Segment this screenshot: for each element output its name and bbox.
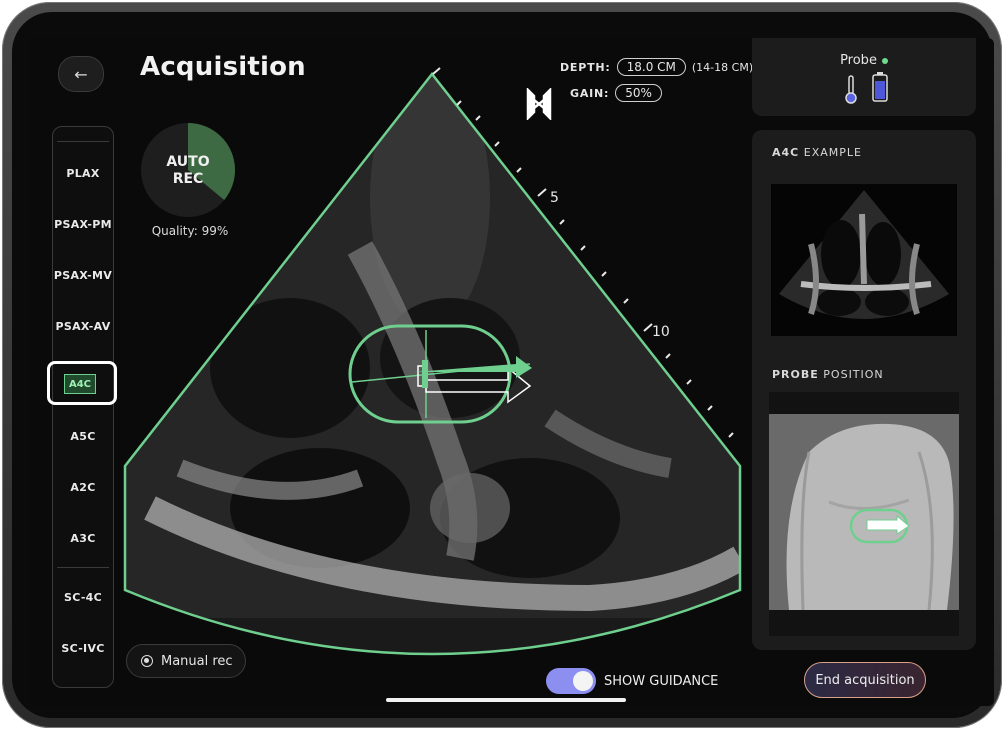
home-indicator[interactable]: [386, 698, 626, 702]
show-guidance-label: SHOW GUIDANCE: [604, 673, 719, 689]
quality-readout: Quality: 99%: [151, 224, 229, 238]
probe-status-card: Probe: [752, 38, 976, 116]
gain-value[interactable]: 50%: [615, 84, 662, 102]
depth-range: (14-18 CM): [691, 60, 754, 74]
view-item-sc-ivc[interactable]: SC-IVC: [53, 642, 113, 655]
view-item-a3c[interactable]: A3C: [53, 532, 113, 545]
show-guidance-control: SHOW GUIDANCE: [546, 668, 718, 694]
depth-marker-10: 10: [652, 324, 670, 340]
example-section-label: A4C EXAMPLE: [772, 146, 862, 159]
example-echo-image: [771, 184, 957, 336]
view-item-a4c-label: A4C: [64, 374, 96, 394]
view-item-plax[interactable]: PLAX: [53, 167, 113, 180]
depth-label: DEPTH:: [560, 60, 611, 74]
app-screen: 5 10 ← Acquisition DEPTH: 18.0 CM (14-18…: [30, 38, 994, 706]
probe-position-label-rest: POSITION: [818, 368, 884, 381]
view-list: PLAX PSAX-PM PSAX-MV PSAX-AV A4C A5C A2C…: [47, 126, 117, 688]
tablet-frame: 5 10 ← Acquisition DEPTH: 18.0 CM (14-18…: [2, 2, 1002, 728]
probe-position-image: [769, 392, 959, 636]
arrow-left-icon: ←: [74, 64, 88, 84]
manual-rec-button[interactable]: Manual rec: [126, 644, 246, 678]
probe-position-label-bold: PROBE: [772, 368, 819, 381]
view-item-psax-pm[interactable]: PSAX-PM: [53, 218, 113, 231]
record-radio-icon: [141, 655, 153, 667]
brand-logo-icon: [526, 88, 552, 120]
end-acquisition-button[interactable]: End acquisition: [804, 662, 926, 698]
view-item-sc-4c[interactable]: SC-4C: [53, 591, 113, 604]
example-label-rest: EXAMPLE: [799, 146, 862, 159]
view-item-a2c[interactable]: A2C: [53, 481, 113, 494]
show-guidance-toggle[interactable]: [546, 668, 596, 694]
auto-rec-label-line2: REC: [172, 171, 204, 187]
view-item-a5c[interactable]: A5C: [53, 430, 113, 443]
gain-label: GAIN:: [570, 86, 610, 100]
auto-rec-label: AUTO REC: [140, 154, 236, 188]
auto-rec-label-line1: AUTO: [166, 154, 210, 170]
depth-value[interactable]: 18.0 CM: [616, 58, 686, 76]
battery-icon: [872, 72, 888, 102]
manual-rec-label: Manual rec: [161, 653, 233, 669]
example-label-bold: A4C: [772, 146, 800, 159]
view-item-psax-av[interactable]: PSAX-AV: [53, 320, 113, 333]
tablet-bezel: 5 10 ← Acquisition DEPTH: 18.0 CM (14-18…: [12, 12, 994, 718]
view-item-a4c[interactable]: A4C: [47, 361, 117, 405]
probe-title-text: Probe: [840, 53, 877, 68]
probe-connected-icon: [881, 57, 888, 64]
probe-title: Probe: [752, 53, 976, 68]
thermometer-icon: [845, 75, 857, 104]
page-title: Acquisition: [140, 52, 306, 82]
probe-position-section-label: PROBE POSITION: [772, 368, 884, 381]
view-divider: [57, 141, 109, 142]
depth-marker-5: 5: [550, 190, 559, 206]
view-item-psax-mv[interactable]: PSAX-MV: [53, 269, 113, 282]
view-divider: [57, 567, 109, 568]
gain-setting: GAIN: 50%: [570, 84, 662, 102]
depth-setting: DEPTH: 18.0 CM (14-18 CM): [560, 58, 753, 76]
reference-panel: A4C EXAMPLE PROBE POSITION: [752, 130, 976, 650]
back-button[interactable]: ←: [58, 56, 104, 92]
